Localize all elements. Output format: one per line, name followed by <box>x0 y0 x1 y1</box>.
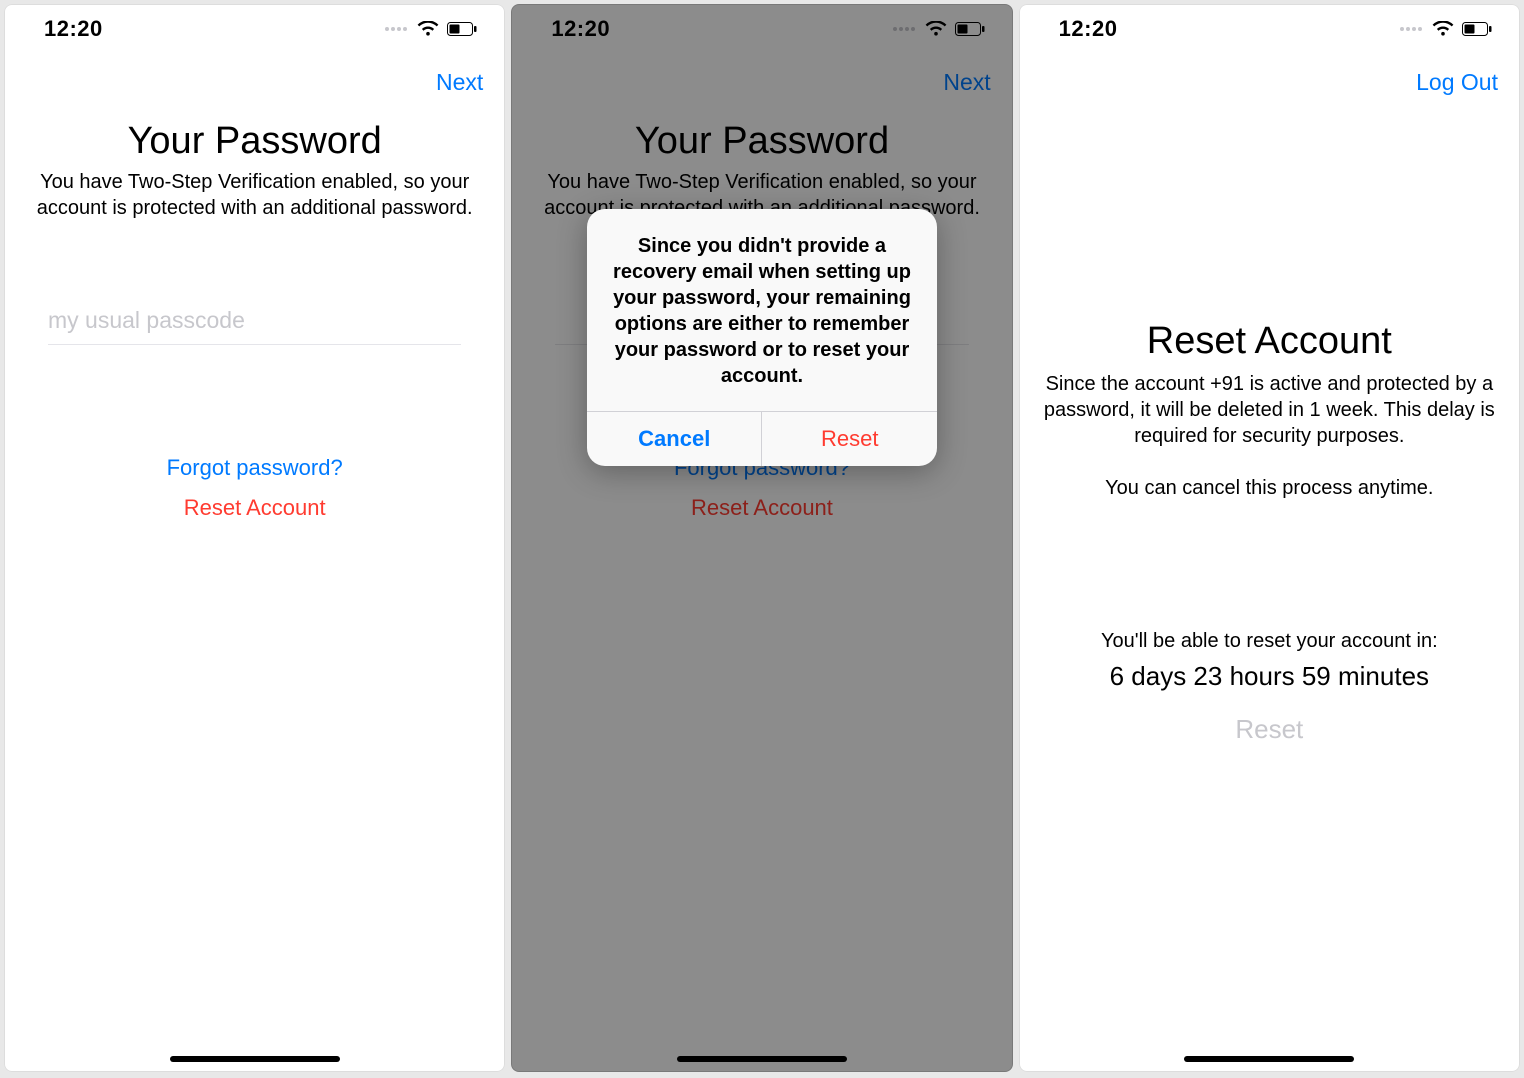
status-time: 12:20 <box>1059 16 1118 42</box>
screen-reset-account: 12:20 Log Out Reset Account Since the ac… <box>1019 4 1520 1072</box>
modal-backdrop[interactable] <box>511 4 1012 1072</box>
nav-bar: Log Out <box>1019 54 1520 110</box>
reset-button-disabled: Reset <box>1019 714 1520 745</box>
cellular-dots-icon <box>385 27 407 31</box>
home-indicator[interactable] <box>1184 1056 1354 1062</box>
alert-cancel-button[interactable]: Cancel <box>587 412 762 466</box>
reset-countdown-label: You'll be able to reset your account in: <box>1019 630 1520 653</box>
page-subtitle: You have Two-Step Verification enabled, … <box>4 163 505 221</box>
reset-body-text: Since the account +91 is active and prot… <box>1019 363 1520 449</box>
forgot-password-link[interactable]: Forgot password? <box>167 455 343 481</box>
reset-account-link[interactable]: Reset Account <box>184 495 326 520</box>
status-time: 12:20 <box>44 16 103 42</box>
battery-icon <box>1462 22 1492 36</box>
battery-icon <box>447 22 477 36</box>
screen-password-entry: 12:20 Next Your Password You have Two-St… <box>4 4 505 1072</box>
page-title: Reset Account <box>1019 320 1520 363</box>
home-indicator[interactable] <box>170 1056 340 1062</box>
reset-cancel-note: You can cancel this process anytime. <box>1019 477 1520 500</box>
screen-password-alert: 12:20 Next Your Password You have Two-St… <box>511 4 1012 1072</box>
page-title: Your Password <box>4 120 505 163</box>
alert-dialog: Since you didn't provide a recovery emai… <box>587 209 937 466</box>
status-right <box>385 21 477 37</box>
alert-reset-button[interactable]: Reset <box>761 412 937 466</box>
next-button[interactable]: Next <box>436 69 483 96</box>
reset-countdown-value: 6 days 23 hours 59 minutes <box>1019 661 1520 692</box>
wifi-icon <box>417 21 439 37</box>
cellular-dots-icon <box>1400 27 1422 31</box>
wifi-icon <box>1432 21 1454 37</box>
logout-button[interactable]: Log Out <box>1416 69 1498 96</box>
nav-bar: Next <box>4 54 505 110</box>
status-right <box>1400 21 1492 37</box>
status-bar: 12:20 <box>1019 4 1520 54</box>
password-input[interactable] <box>48 301 461 345</box>
status-bar: 12:20 <box>4 4 505 54</box>
alert-message: Since you didn't provide a recovery emai… <box>587 209 937 411</box>
